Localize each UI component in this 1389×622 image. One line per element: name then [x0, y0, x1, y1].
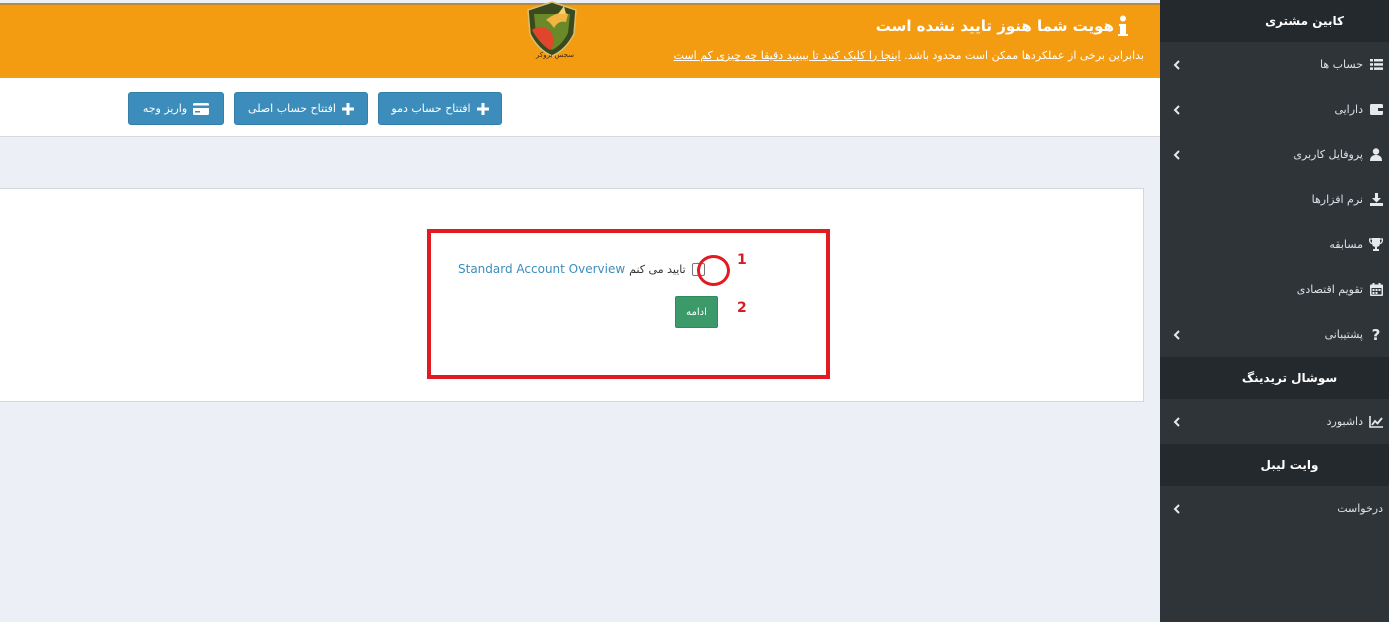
banner-missing-link[interactable]: اینجا را کلیک کنید تا ببینید دقیقا چه چی… — [674, 49, 901, 62]
banner-message: بدابراین برخی از عملکردها ممکن است محدود… — [674, 49, 1144, 62]
sidebar-item-accounts[interactable]: حساب ها — [1160, 42, 1389, 87]
trophy-icon — [1369, 238, 1383, 252]
sidebar-item-profile[interactable]: پروفایل کاربری — [1160, 132, 1389, 177]
chevron-left-icon — [1173, 104, 1180, 115]
calendar-icon — [1369, 283, 1383, 297]
sidebar-item-label: داشبورد — [1326, 415, 1363, 428]
sidebar-section-social-trading: سوشال تریدینگ — [1160, 357, 1389, 399]
chart-icon — [1369, 415, 1383, 429]
sidebar-item-contest[interactable]: مسابقه — [1160, 222, 1389, 267]
sidebar-item-label: دارایی — [1334, 103, 1363, 116]
plus-icon — [341, 102, 354, 115]
sidebar-item-label: حساب ها — [1320, 58, 1363, 71]
sidebar: کابین مشتری حساب ها دارایی پروفایل کاربر… — [1160, 0, 1389, 622]
sidebar-section-white-label: وایت لیبل — [1160, 444, 1389, 486]
wallet-icon — [1369, 103, 1383, 117]
banner-title: هویت شما هنوز تایید نشده است — [876, 15, 1130, 37]
open-demo-account-button[interactable]: افتتاح حساب دمو — [378, 92, 502, 125]
sidebar-item-assets[interactable]: دارایی — [1160, 87, 1389, 132]
plus-icon — [476, 102, 489, 115]
continue-button[interactable]: ادامه — [675, 296, 718, 328]
sidebar-item-label: مسابقه — [1329, 238, 1363, 251]
sidebar-item-software[interactable]: نرم افزارها — [1160, 177, 1389, 222]
sidebar-item-label: نرم افزارها — [1311, 193, 1363, 206]
chevron-left-icon — [1173, 503, 1180, 514]
open-real-account-label: افتتاح حساب اصلی — [248, 102, 336, 115]
chevron-left-icon — [1173, 329, 1180, 340]
annotation-circle — [697, 255, 730, 286]
chevron-left-icon — [1173, 59, 1180, 70]
sidebar-item-dashboard[interactable]: داشبورد — [1160, 399, 1389, 444]
agreement-confirm-label: تایید می کنم — [629, 262, 686, 276]
list-icon — [1369, 58, 1383, 72]
download-icon — [1369, 193, 1383, 207]
sidebar-item-label: پروفایل کاربری — [1293, 148, 1363, 161]
info-icon — [1118, 15, 1128, 36]
sidebar-item-support[interactable]: ? پشتیبانی — [1160, 312, 1389, 357]
deposit-label: واریز وجه — [142, 102, 188, 115]
credit-card-icon — [193, 102, 210, 115]
annotation-highlight-box — [427, 229, 830, 379]
chevron-left-icon — [1173, 149, 1180, 160]
sidebar-item-economic-calendar[interactable]: تقویم اقتصادی — [1160, 267, 1389, 312]
account-overview-link[interactable]: Standard Account Overview — [458, 262, 625, 276]
open-demo-account-label: افتتاح حساب دمو — [391, 102, 471, 115]
sidebar-item-label: تقویم اقتصادی — [1296, 283, 1363, 296]
sidebar-item-request[interactable]: درخواست — [1160, 486, 1389, 531]
question-icon: ? — [1371, 325, 1381, 344]
open-real-account-button[interactable]: افتتاح حساب اصلی — [234, 92, 368, 125]
sidebar-header: کابین مشتری — [1160, 0, 1389, 42]
chevron-left-icon — [1173, 416, 1180, 427]
banner-message-text: بدابراین برخی از عملکردها ممکن است محدود… — [904, 49, 1144, 62]
step-number-2: 2 — [737, 300, 747, 316]
agreement-confirm-row: تایید می کنم Standard Account Overview — [458, 262, 705, 276]
banner-title-text: هویت شما هنوز تایید نشده است — [875, 17, 1114, 35]
sidebar-item-label: درخواست — [1337, 502, 1383, 515]
user-icon — [1369, 148, 1383, 162]
sidebar-item-label: پشتیبانی — [1324, 328, 1363, 341]
logo-caption: سجس بروکر — [536, 51, 574, 59]
step-number-1: 1 — [737, 252, 747, 268]
action-toolbar: افتتاح حساب دمو افتتاح حساب اصلی واریز و… — [0, 78, 1160, 137]
deposit-button[interactable]: واریز وجه — [128, 92, 224, 125]
